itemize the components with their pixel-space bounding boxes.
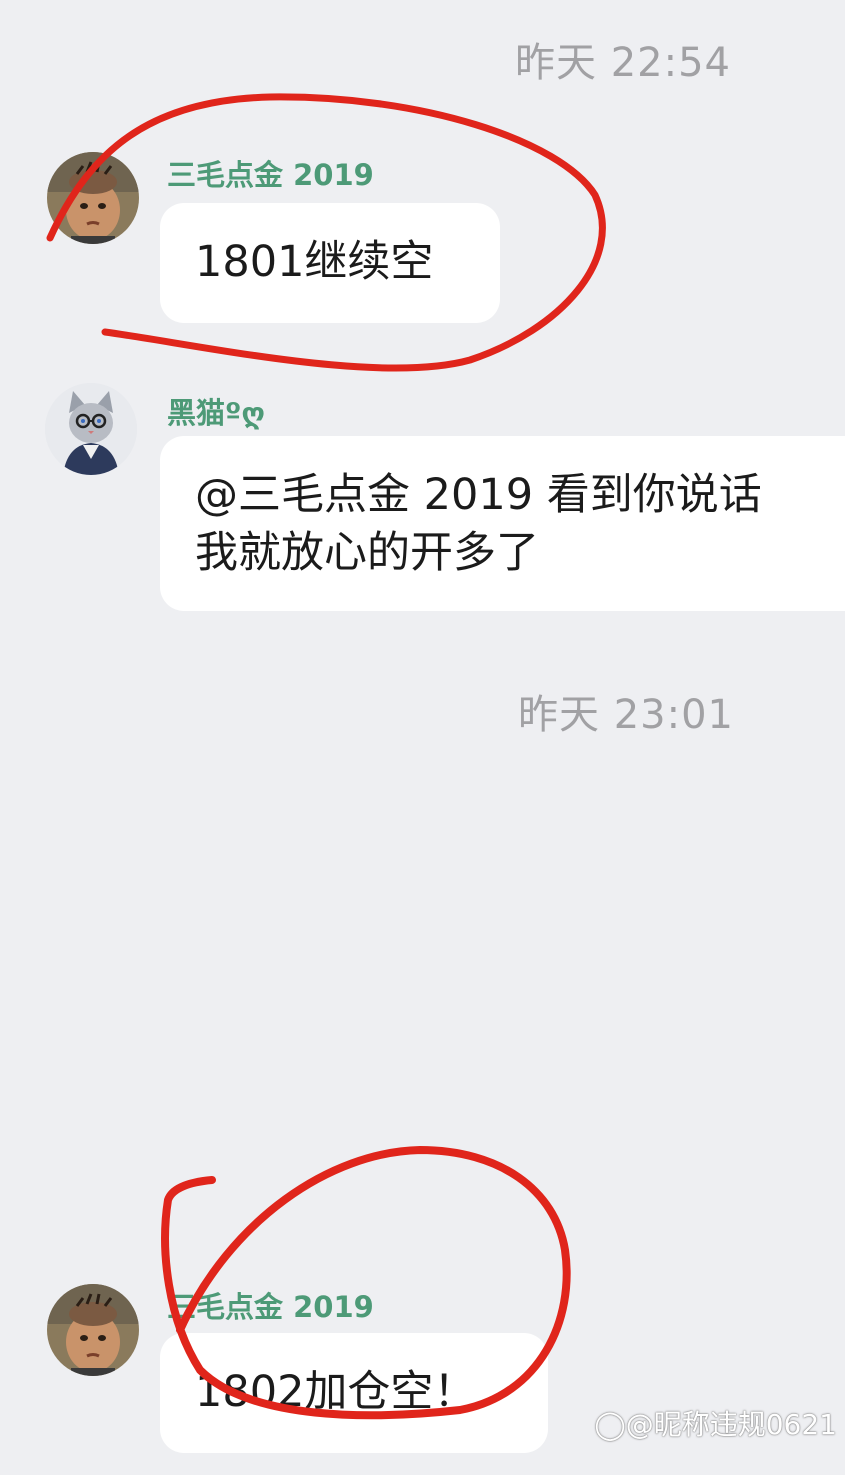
timestamp: 昨天 23:01	[518, 692, 734, 738]
sender-avatar[interactable]	[47, 152, 139, 244]
message-text: @三毛点金 2019 看到你说话 我就放心的开多了	[195, 470, 762, 578]
message-bubble[interactable]: 1801继续空	[160, 203, 500, 323]
sender-name: 黑猫ºღ	[167, 396, 265, 430]
message-text: 1801继续空	[195, 237, 434, 287]
watermark: ◯@昵称违规0621	[594, 1403, 837, 1443]
sender-name: 三毛点金 2019	[167, 158, 374, 192]
watermark-text: @昵称违规0621	[625, 1408, 837, 1441]
sender-avatar[interactable]	[47, 1284, 139, 1376]
message-text: 1802加仓空！	[195, 1367, 477, 1417]
message-bubble[interactable]: @三毛点金 2019 看到你说话 我就放心的开多了	[160, 436, 845, 611]
sender-avatar[interactable]	[45, 383, 137, 475]
weibo-icon: ◯	[594, 1408, 626, 1441]
boy-avatar-icon	[47, 152, 139, 244]
message-bubble[interactable]: 1802加仓空！	[160, 1333, 548, 1453]
boy-avatar-icon	[47, 1284, 139, 1376]
sender-name: 三毛点金 2019	[167, 1290, 374, 1324]
cat-avatar-icon	[45, 383, 137, 475]
timestamp: 昨天 22:54	[515, 40, 731, 86]
